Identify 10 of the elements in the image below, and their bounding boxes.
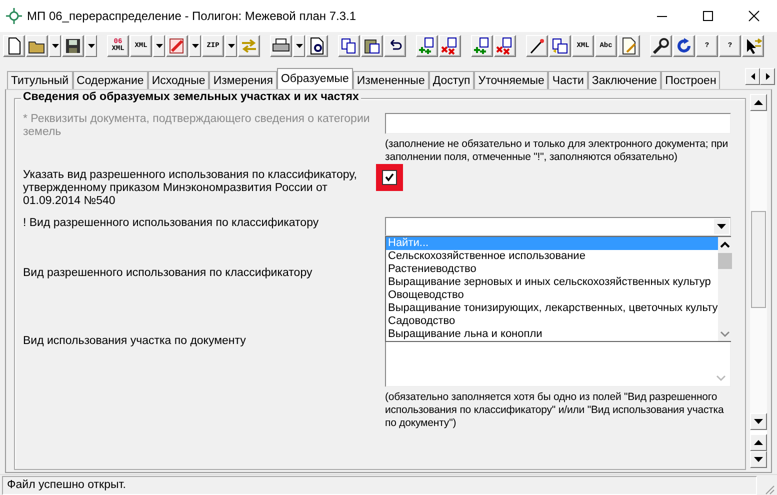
- status-text: Файл успешно открыт.: [2, 476, 757, 494]
- field-label: * Реквизиты документа, подтверждающего сведения о категории земель: [23, 113, 371, 139]
- section-title: Сведения об образуемых земельных участках и их частях: [21, 91, 361, 103]
- field-label: Вид использования участка по документу: [23, 335, 247, 348]
- window-title: МП 06_перераспределение - Полигон: Межевой план 7.3.1: [27, 9, 356, 23]
- hint-text: (заполнение не обязательно и только для электронного документа; при заполнении поля, отмеченные "!", заполняются обязательно): [385, 138, 730, 164]
- field-label: Указать вид разрешенного использования по классификатору, утвержденному приказом Минэкономразвития России от 01.09.2014 №540: [23, 169, 358, 208]
- field-label: Вид разрешенного использования по классификатору: [23, 267, 314, 280]
- field-label: ! Вид разрешенного использования по классификатору: [23, 217, 320, 230]
- hint-text: (обязательно заполняется хотя бы одно из полей "Вид разрешенного использования по классификатору" и/или "Вид использования участка по документу"): [385, 391, 725, 430]
